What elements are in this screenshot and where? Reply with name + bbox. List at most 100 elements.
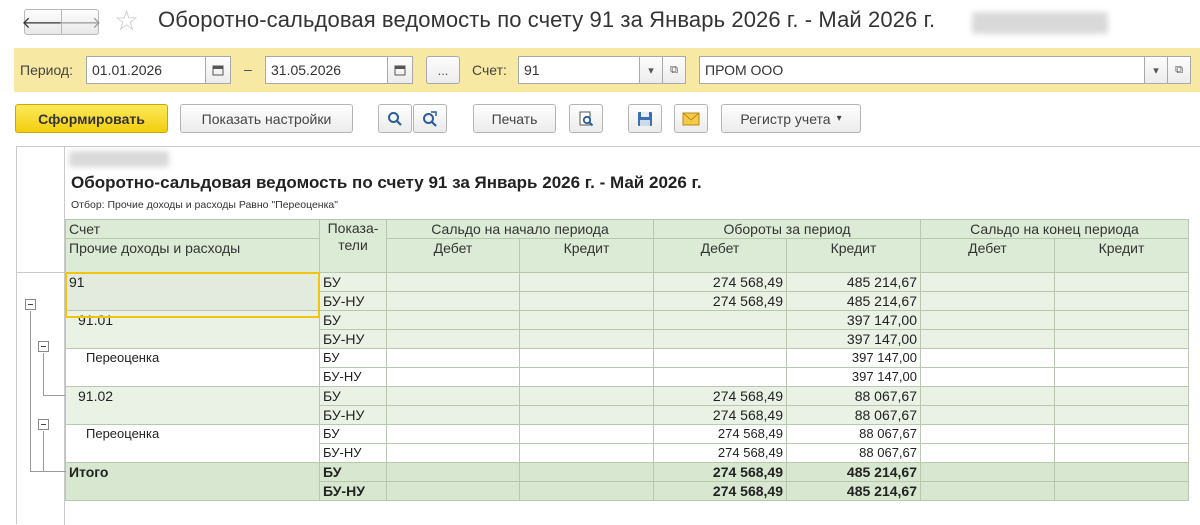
dropdown-arrow-icon: ▾ — [1153, 64, 1159, 77]
turnover-credit-value: 485 214,67 — [786, 481, 921, 501]
organization-open-button[interactable]: ⧉ — [1167, 56, 1191, 84]
row-subconto-revaluation[interactable]: Переоценка — [65, 348, 320, 387]
tree-collapse-icon[interactable] — [38, 419, 49, 430]
tree-line — [43, 431, 44, 471]
turnover-credit-value: 397 147,00 — [786, 348, 921, 368]
turnover-credit-value: 485 214,67 — [786, 462, 921, 482]
period-select-button[interactable]: ... — [426, 56, 460, 84]
turnover-debit-value — [653, 310, 787, 330]
header-turnover: Обороты за период — [653, 219, 921, 239]
register-dropdown-button[interactable]: Регистр учета ▾ — [721, 104, 861, 133]
turnover-debit-value — [653, 348, 787, 368]
turnover-credit-value: 397 147,00 — [786, 310, 921, 330]
show-settings-button[interactable]: Показать настройки — [180, 104, 353, 133]
search-icon — [388, 111, 402, 126]
row-account-91-02[interactable]: 91.02 — [65, 386, 320, 425]
header-closing-balance: Сальдо на конец периода — [920, 219, 1189, 239]
header-account: Счет — [65, 219, 320, 239]
organization-field[interactable]: ПРОМ ООО — [699, 56, 1145, 84]
header-closing-debit: Дебет — [920, 238, 1055, 273]
row-indicator: БУ — [319, 386, 387, 406]
generate-button[interactable]: Сформировать — [15, 104, 168, 133]
gutter-corner — [17, 147, 65, 273]
row-subconto-revaluation[interactable]: Переоценка — [65, 424, 320, 463]
turnover-debit-value: 274 568,49 — [653, 481, 787, 501]
open-link-icon: ⧉ — [1175, 63, 1183, 76]
table-row[interactable]: Переоценка БУ 274 568,49 88 067,67 — [65, 424, 1189, 463]
turnover-credit-value: 485 214,67 — [786, 272, 921, 292]
header-subconto: Прочие доходы и расходы — [65, 238, 320, 273]
row-indicator: БУ-НУ — [319, 291, 387, 311]
account-open-button[interactable]: ⧉ — [662, 56, 686, 84]
table-row[interactable]: 91.01 БУ 397 147,00 — [65, 310, 1189, 349]
header-turnover-debit: Дебет — [653, 238, 787, 273]
date-to-field[interactable]: 31.05.2026 — [265, 56, 388, 84]
tree-line — [43, 471, 65, 472]
table-row-total[interactable]: Итого БУ 274 568,49 485 214,67 — [65, 462, 1189, 501]
search-next-icon — [423, 110, 437, 127]
turnover-credit-value: 88 067,67 — [786, 386, 921, 406]
date-from-field[interactable]: 01.01.2026 — [86, 56, 206, 84]
back-button[interactable]: 🡐 — [22, 9, 64, 35]
report-filter: Отбор: Прочие доходы и расходы Равно "Пе… — [71, 199, 339, 211]
row-indicator: БУ-НУ — [319, 481, 387, 501]
period-dash: – — [244, 61, 252, 77]
organization-dropdown-button[interactable]: ▾ — [1144, 56, 1168, 84]
register-button-label: Регистр учета — [740, 110, 831, 127]
row-total-label[interactable]: Итого — [65, 462, 320, 501]
row-account-91[interactable]: 91 — [65, 272, 320, 311]
turnover-credit-value: 397 147,00 — [786, 329, 921, 349]
row-indicator: БУ-НУ — [319, 405, 387, 425]
header-closing-credit: Кредит — [1054, 238, 1189, 273]
turnover-debit-value: 274 568,49 — [653, 462, 787, 482]
favorite-star-icon[interactable]: ☆ — [114, 5, 139, 37]
send-email-button[interactable] — [674, 104, 708, 133]
dropdown-arrow-icon: ▾ — [648, 64, 654, 77]
header-indicators-line2: тели — [338, 237, 368, 253]
header-turnover-credit: Кредит — [786, 238, 921, 273]
account-dropdown-button[interactable]: ▾ — [639, 56, 663, 84]
report-table: Счет Показа- тели Сальдо на начало перио… — [65, 219, 1189, 501]
row-indicator: БУ-НУ — [319, 329, 387, 349]
turnover-credit-value: 88 067,67 — [786, 443, 921, 463]
date-to-calendar-button[interactable] — [387, 56, 413, 84]
account-field[interactable]: 91 — [518, 56, 640, 84]
turnover-debit-value: 274 568,49 — [653, 424, 787, 444]
row-account-91-01[interactable]: 91.01 — [65, 310, 320, 349]
print-button[interactable]: Печать — [473, 104, 556, 133]
table-row[interactable]: Переоценка БУ 397 147,00 — [65, 348, 1189, 387]
calendar-icon — [394, 65, 406, 76]
tree-collapse-icon[interactable] — [25, 299, 36, 310]
forward-button[interactable]: 🡒 — [58, 9, 102, 35]
save-button[interactable] — [628, 104, 662, 133]
row-indicator: БУ — [319, 348, 387, 368]
row-indicator: БУ — [319, 310, 387, 330]
period-bar: Период: 01.01.2026 – 31.05.2026 ... Счет… — [14, 48, 1200, 92]
tree-collapse-icon[interactable] — [38, 341, 49, 352]
date-from-calendar-button[interactable] — [205, 56, 231, 84]
save-icon — [638, 111, 652, 126]
report-area[interactable]: Оборотно-сальдовая ведомость по счету 91… — [16, 146, 1200, 525]
find-next-button[interactable] — [413, 104, 447, 133]
turnover-debit-value: 274 568,49 — [653, 272, 787, 292]
turnover-debit-value — [653, 329, 787, 349]
row-indicator: БУ — [319, 424, 387, 444]
redacted-org-name — [69, 151, 169, 167]
turnover-debit-value: 274 568,49 — [653, 291, 787, 311]
calendar-icon — [212, 65, 224, 76]
header-indicators-line1: Показа- — [327, 220, 379, 237]
header-opening-balance: Сальдо на начало периода — [386, 219, 654, 239]
turnover-credit-value: 88 067,67 — [786, 405, 921, 425]
forward-arrow-icon: 🡒 — [58, 14, 102, 32]
open-link-icon: ⧉ — [670, 63, 678, 76]
email-icon — [682, 112, 700, 125]
table-row[interactable]: 91 БУ 274 568,49 485 214,67 — [65, 272, 1189, 311]
report-title: Оборотно-сальдовая ведомость по счету 91… — [71, 173, 702, 192]
turnover-credit-value: 397 147,00 — [786, 367, 921, 387]
turnover-credit-value: 485 214,67 — [786, 291, 921, 311]
table-row[interactable]: 91.02 БУ 274 568,49 88 067,67 — [65, 386, 1189, 425]
period-label: Период: — [20, 62, 73, 78]
find-button[interactable] — [378, 104, 412, 133]
turnover-debit-value: 274 568,49 — [653, 405, 787, 425]
print-preview-button[interactable] — [569, 104, 603, 133]
